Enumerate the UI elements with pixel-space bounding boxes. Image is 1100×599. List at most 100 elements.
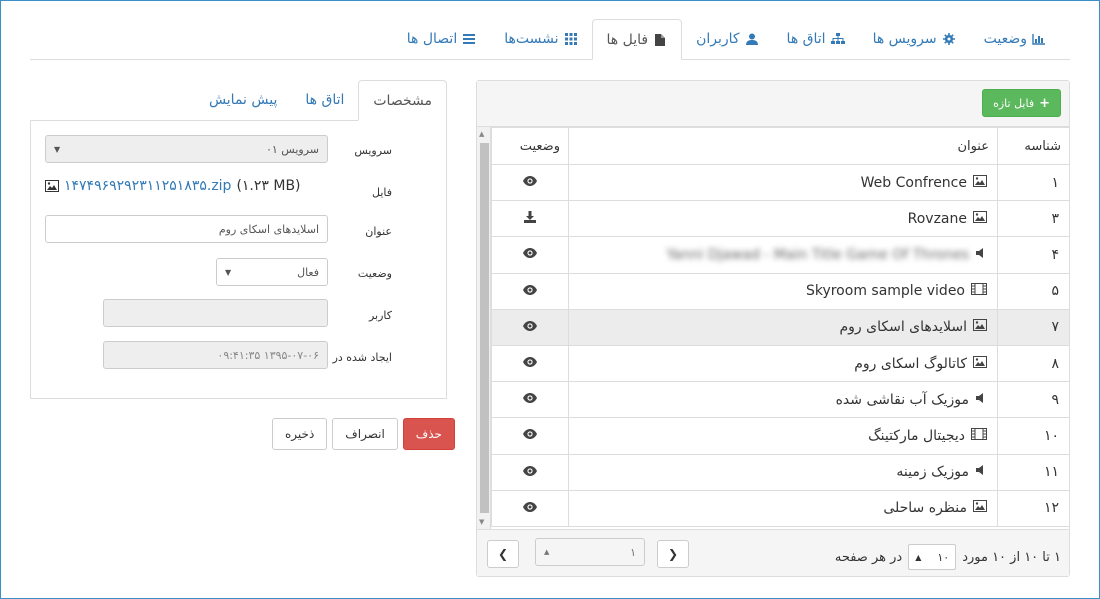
scroll-thumb[interactable] bbox=[480, 143, 489, 513]
row-title: Rovzane bbox=[907, 210, 967, 227]
scroll-down-arrow-icon[interactable]: ▼ bbox=[479, 518, 484, 526]
pagination-bar: ۱ تا ۱۰ از ۱۰ مورد ▲ ۱۰ در هر صفحه ❯ ▲ ۱… bbox=[477, 529, 1069, 576]
pager-summary: ۱ تا ۱۰ از ۱۰ مورد bbox=[962, 549, 1061, 565]
tab-properties[interactable]: مشخصات bbox=[358, 80, 447, 121]
status-select[interactable]: فعال ▼ bbox=[216, 258, 328, 286]
table-row[interactable]: ۱۲ منظره ساحلی bbox=[491, 489, 1070, 527]
video-icon bbox=[971, 427, 987, 444]
audio-icon bbox=[975, 464, 987, 480]
tab-connections[interactable]: اتصال ها bbox=[393, 19, 490, 59]
list-icon bbox=[463, 34, 476, 44]
tab-label: وضعیت bbox=[983, 31, 1027, 47]
new-file-button[interactable]: + فایل تازه bbox=[982, 89, 1061, 117]
tab-file-rooms[interactable]: اتاق ها bbox=[291, 80, 358, 120]
cancel-button[interactable]: انصراف bbox=[332, 418, 398, 450]
file-download-link[interactable]: ۱۴۷۴۹۶۹۲۹۲۳۱۱۲۵۱۸۳۵.zip bbox=[64, 178, 231, 194]
table-row[interactable]: ۱۰ دیجیتال مارکتینگ bbox=[491, 417, 1070, 455]
service-label: سرویس bbox=[354, 144, 392, 157]
new-file-label: فایل تازه bbox=[993, 96, 1035, 110]
tab-label: کاربران bbox=[696, 31, 740, 47]
column-header-title[interactable]: عنوان bbox=[568, 127, 998, 165]
eye-icon[interactable] bbox=[523, 501, 537, 516]
delete-button[interactable]: حذف bbox=[402, 418, 455, 450]
eye-icon[interactable] bbox=[523, 428, 537, 443]
row-action-cell bbox=[491, 381, 569, 419]
table-row[interactable]: ۹ موزیک آب نقاشی شده bbox=[491, 381, 1070, 419]
title-label: عنوان bbox=[365, 225, 392, 238]
tab-label: سرویس ها bbox=[872, 31, 937, 47]
file-size: (۱.۲۳ MB) bbox=[236, 178, 301, 194]
sitemap-icon bbox=[830, 33, 845, 44]
row-title-cell: موزیک آب نقاشی شده bbox=[568, 381, 998, 419]
video-icon bbox=[971, 283, 987, 299]
row-title: Web Confrence bbox=[860, 174, 967, 191]
table-scrollbar[interactable]: ▲ ▼ bbox=[477, 127, 491, 529]
eye-icon[interactable] bbox=[523, 392, 537, 407]
tab-preview[interactable]: پیش نمایش bbox=[195, 80, 291, 120]
tab-services[interactable]: سرویس ها bbox=[859, 19, 970, 59]
image-icon bbox=[973, 355, 987, 372]
page-number-input[interactable]: ▲ ۱ bbox=[535, 538, 645, 566]
table-row[interactable]: ۵ Skyroom sample video bbox=[491, 272, 1070, 310]
files-toolbar: + فایل تازه bbox=[477, 81, 1069, 127]
chevron-left-icon: ❮ bbox=[497, 547, 509, 561]
table-row[interactable]: ۳ Rovzane bbox=[491, 200, 1070, 238]
tab-users[interactable]: کاربران bbox=[682, 19, 772, 59]
row-id: ۵ bbox=[997, 272, 1070, 310]
eye-icon[interactable] bbox=[523, 247, 537, 262]
column-header-id[interactable]: شناسه bbox=[997, 127, 1070, 165]
row-id: ۱ bbox=[997, 163, 1070, 202]
row-action-cell bbox=[491, 163, 569, 202]
title-input[interactable]: اسلایدهای اسکای روم bbox=[45, 215, 328, 243]
user-input[interactable] bbox=[103, 299, 328, 327]
download-icon[interactable] bbox=[524, 210, 536, 227]
caret-down-icon: ▼ bbox=[54, 144, 61, 154]
tab-files[interactable]: فایل ها bbox=[591, 19, 683, 60]
save-button[interactable]: ذخیره bbox=[272, 418, 328, 450]
table-row[interactable]: ۸ کاتالوگ اسکای روم bbox=[491, 344, 1070, 383]
image-icon bbox=[973, 174, 987, 191]
main-tabs: وضعیت سرویس ها اتاق ها کاربران فایل ها ن… bbox=[30, 19, 1070, 60]
column-header-status[interactable]: وضعیت bbox=[491, 127, 569, 165]
file-label: فایل bbox=[371, 186, 392, 199]
row-title-cell: موزیک زمینه bbox=[568, 453, 998, 491]
table-row[interactable]: ۱ Web Confrence bbox=[491, 163, 1070, 202]
service-select[interactable]: سرویس ۰۱ ▼ bbox=[45, 135, 328, 163]
row-title-cell: اسلایدهای اسکای روم bbox=[568, 308, 998, 346]
next-page-button[interactable]: ❯ bbox=[657, 540, 689, 568]
caret-down-icon: ▼ bbox=[225, 267, 232, 277]
files-panel: + فایل تازه ▲ ▼ شناسه عنوان وضعیت ۱ Web C… bbox=[476, 80, 1070, 577]
row-title: منظره ساحلی bbox=[883, 500, 967, 517]
tab-sessions[interactable]: نشست‌ها bbox=[490, 19, 591, 59]
eye-icon[interactable] bbox=[523, 465, 537, 480]
plus-icon: + bbox=[1039, 95, 1050, 111]
table-row[interactable]: ۱۱ موزیک زمینه bbox=[491, 453, 1070, 491]
eye-icon[interactable] bbox=[523, 320, 537, 335]
image-icon bbox=[973, 319, 987, 335]
eye-icon[interactable] bbox=[523, 175, 537, 190]
eye-icon[interactable] bbox=[523, 356, 537, 371]
tab-label: نشست‌ها bbox=[504, 31, 559, 47]
prev-page-button[interactable]: ❮ bbox=[487, 540, 519, 568]
row-title-cell: Skyroom sample video bbox=[568, 272, 998, 310]
row-title-cell: کاتالوگ اسکای روم bbox=[568, 344, 998, 383]
tab-label: اتصال ها bbox=[406, 31, 458, 47]
table-row[interactable]: ۷ اسلایدهای اسکای روم bbox=[491, 308, 1070, 346]
row-id: ۷ bbox=[997, 308, 1070, 346]
per-page-select[interactable]: ▲ ۱۰ bbox=[908, 544, 957, 570]
image-icon bbox=[973, 210, 987, 227]
scroll-up-arrow-icon[interactable]: ▲ bbox=[479, 130, 484, 138]
row-title: موزیک آب نقاشی شده bbox=[835, 391, 969, 408]
row-action-cell bbox=[491, 489, 569, 527]
row-id: ۱۱ bbox=[997, 453, 1070, 491]
row-id: ۴ bbox=[997, 236, 1070, 274]
tab-rooms[interactable]: اتاق ها bbox=[773, 19, 859, 59]
eye-icon[interactable] bbox=[523, 284, 537, 299]
tab-status[interactable]: وضعیت bbox=[970, 19, 1060, 59]
grid-icon bbox=[564, 33, 577, 45]
form-actions: حذف انصراف ذخیره bbox=[272, 418, 455, 450]
table-row[interactable]: ۴ Yanni Djawad - Main Title Game Of Thron… bbox=[491, 236, 1070, 274]
page-number: ۱ bbox=[630, 545, 636, 559]
row-title-cell: دیجیتال مارکتینگ bbox=[568, 417, 998, 455]
caret-up-icon: ▲ bbox=[544, 548, 550, 556]
